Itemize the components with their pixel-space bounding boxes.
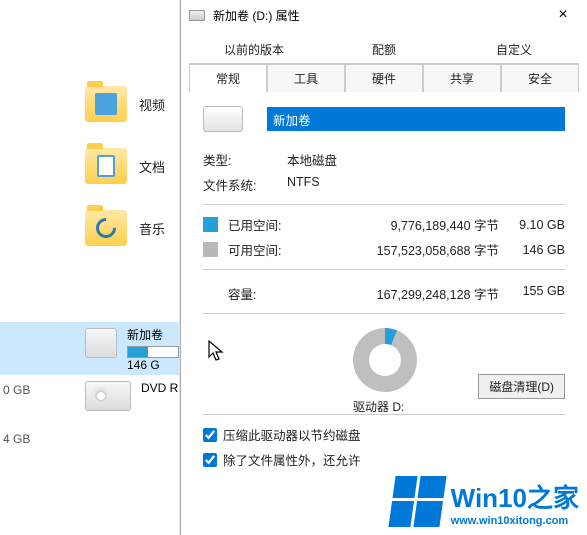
side-size: 4 GB xyxy=(0,432,30,446)
explorer-pane: 视频 文档 音乐 新加卷 146 G DVD R 0 GB 4 GB xyxy=(0,0,180,535)
window-title: 新加卷 (D:) 属性 xyxy=(213,7,543,24)
tab-security[interactable]: 安全 xyxy=(501,64,579,92)
type-value: 本地磁盘 xyxy=(287,150,337,169)
divider xyxy=(203,269,565,270)
usage-bar xyxy=(127,346,179,358)
drive-sub: 146 G xyxy=(127,358,179,374)
used-label: 已用空间: xyxy=(228,215,306,234)
drive-label: 新加卷 xyxy=(127,328,179,344)
free-label: 可用空间: xyxy=(228,240,306,259)
library-label: 音乐 xyxy=(139,219,165,238)
used-gb: 9.10 GB xyxy=(509,218,565,232)
divider xyxy=(203,204,565,205)
compress-checkbox[interactable] xyxy=(203,428,217,442)
tab-hardware[interactable]: 硬件 xyxy=(345,64,423,92)
properties-dialog: 新加卷 (D:) 属性 × 以前的版本 配额 自定义 常规 工具 硬件 共享 安… xyxy=(180,0,587,535)
tab-row-secondary: 以前的版本 配额 自定义 xyxy=(189,36,579,64)
dvd-icon xyxy=(85,381,131,411)
folder-icon xyxy=(85,148,127,184)
usage-chart: 驱动器 D: 磁盘清理(D) xyxy=(203,324,565,404)
type-label: 类型: xyxy=(203,150,287,169)
drive-label: DVD R xyxy=(141,381,178,411)
library-label: 文档 xyxy=(139,157,165,176)
tab-previous-versions[interactable]: 以前的版本 xyxy=(189,36,319,63)
disk-cleanup-button[interactable]: 磁盘清理(D) xyxy=(478,374,565,399)
tab-sharing[interactable]: 共享 xyxy=(423,64,501,92)
used-swatch-icon xyxy=(203,217,218,232)
donut-icon xyxy=(353,328,417,392)
folder-icon xyxy=(85,86,127,122)
hdd-icon xyxy=(203,106,243,132)
drive-item-d[interactable]: 新加卷 146 G xyxy=(0,322,179,375)
tab-tools[interactable]: 工具 xyxy=(267,64,345,92)
index-label: 除了文件属性外，还允许 xyxy=(223,450,361,469)
library-item-music[interactable]: 音乐 xyxy=(0,204,179,252)
filesystem-value: NTFS xyxy=(287,175,320,194)
side-size: 0 GB xyxy=(0,383,30,397)
free-bytes: 157,523,058,688 字节 xyxy=(306,240,509,259)
library-item-videos[interactable]: 视频 xyxy=(0,80,179,128)
close-button[interactable]: × xyxy=(543,1,583,29)
capacity-gb: 155 GB xyxy=(509,284,565,303)
free-swatch-icon xyxy=(203,242,218,257)
hdd-icon xyxy=(189,10,205,21)
compress-label: 压缩此驱动器以节约磁盘 xyxy=(223,425,361,444)
index-checkbox-row[interactable]: 除了文件属性外，还允许 xyxy=(203,450,565,469)
hdd-icon xyxy=(85,328,117,358)
library-item-documents[interactable]: 文档 xyxy=(0,142,179,190)
library-label: 视频 xyxy=(139,95,165,114)
tab-customize[interactable]: 自定义 xyxy=(449,36,579,63)
tab-row-primary: 常规 工具 硬件 共享 安全 xyxy=(189,64,579,92)
used-bytes: 9,776,189,440 字节 xyxy=(306,215,509,234)
compress-checkbox-row[interactable]: 压缩此驱动器以节约磁盘 xyxy=(203,425,565,444)
drive-letter-label: 驱动器 D: xyxy=(353,398,404,415)
tab-content: 类型: 本地磁盘 文件系统: NTFS 已用空间: 9,776,189,440 … xyxy=(181,92,587,489)
index-checkbox[interactable] xyxy=(203,453,217,467)
drive-info: 新加卷 146 G xyxy=(127,328,179,373)
tab-quota[interactable]: 配额 xyxy=(319,36,449,63)
capacity-bytes: 167,299,248,128 字节 xyxy=(305,284,509,303)
filesystem-label: 文件系统: xyxy=(203,175,287,194)
free-gb: 146 GB xyxy=(509,243,565,257)
titlebar: 新加卷 (D:) 属性 × xyxy=(181,0,587,30)
tab-general[interactable]: 常规 xyxy=(189,64,267,92)
folder-icon xyxy=(85,210,127,246)
capacity-label: 容量: xyxy=(203,284,305,303)
volume-name-input[interactable] xyxy=(267,107,565,131)
divider xyxy=(203,313,565,314)
